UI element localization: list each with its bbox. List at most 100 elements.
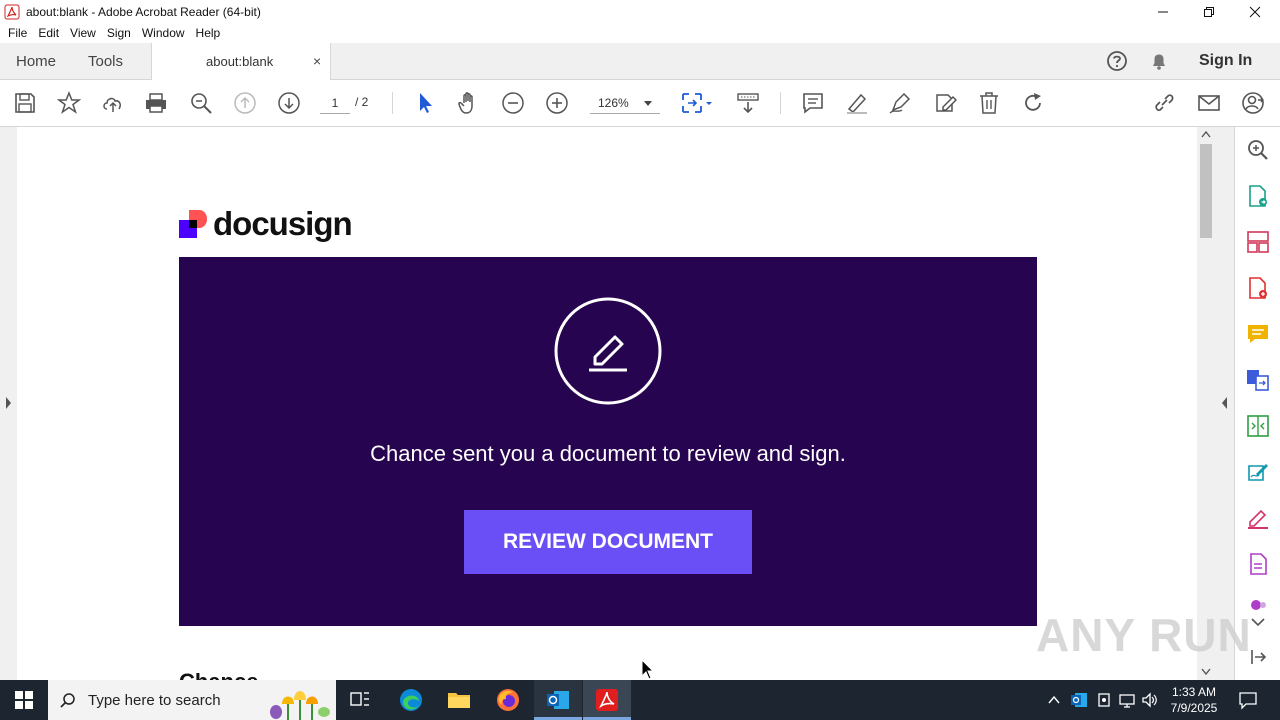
help-icon[interactable]	[1106, 50, 1128, 72]
request-message: Chance sent you a document to review and…	[370, 441, 846, 466]
email-icon[interactable]	[1197, 91, 1221, 115]
scroll-mode-icon[interactable]	[736, 91, 760, 115]
highlight-icon[interactable]	[845, 91, 869, 115]
task-view-icon[interactable]	[348, 688, 372, 712]
volume-icon[interactable]	[1141, 691, 1159, 709]
outlook-tray-icon[interactable]	[1070, 691, 1088, 709]
windows-start-icon[interactable]	[15, 691, 33, 709]
select-cursor-icon[interactable]	[413, 91, 437, 115]
create-pdf-icon[interactable]	[1246, 276, 1270, 300]
main-toolbar: 1 / 2 126%	[0, 80, 1280, 127]
show-hidden-icons-icon[interactable]	[1048, 695, 1060, 705]
page-total: / 2	[355, 95, 369, 109]
minimize-button[interactable]	[1140, 0, 1186, 23]
scroll-up-icon[interactable]	[1197, 127, 1215, 141]
firefox-icon[interactable]	[496, 688, 520, 712]
fit-page-icon[interactable]	[680, 91, 714, 115]
menu-help[interactable]: Help	[196, 26, 221, 40]
toolbar-divider	[780, 92, 781, 114]
edge-browser-icon[interactable]	[399, 688, 423, 712]
compress-icon[interactable]	[1246, 414, 1270, 438]
search-icon	[60, 693, 75, 708]
document-viewport[interactable]: docusign Chance sent you a document to r…	[0, 127, 1234, 680]
edit-icon[interactable]	[933, 91, 957, 115]
zoom-level-value: 126%	[598, 96, 629, 110]
system-clock[interactable]: 1:33 AM 7/9/2025	[1165, 684, 1223, 716]
windows-taskbar: Type here to search 1:33 AM 7/9/2025	[0, 680, 1280, 720]
docusign-logo-icon	[179, 210, 207, 238]
rotate-icon[interactable]	[1021, 91, 1045, 115]
menu-window[interactable]: Window	[142, 26, 185, 40]
document-tab-label: about:blank	[206, 54, 274, 69]
organize-icon[interactable]	[1246, 230, 1270, 254]
brand-wordmark: docusign	[213, 205, 353, 242]
file-explorer-icon[interactable]	[447, 688, 471, 712]
scrollbar-thumb[interactable]	[1200, 144, 1212, 238]
tab-home[interactable]: Home	[16, 53, 56, 70]
comment-icon[interactable]	[801, 91, 825, 115]
scroll-down-icon[interactable]	[1197, 665, 1215, 679]
left-panel-toggle[interactable]	[0, 127, 17, 680]
anyrun-watermark: ANY RUN	[1036, 609, 1252, 661]
device-tray-icon[interactable]	[1095, 691, 1113, 709]
save-icon[interactable]	[13, 91, 37, 115]
print-icon[interactable]	[144, 91, 168, 115]
protect-icon[interactable]	[1246, 552, 1270, 576]
expand-left-icon	[6, 397, 11, 409]
tab-document[interactable]: about:blank ×	[151, 43, 331, 80]
zoom-search-icon[interactable]	[189, 91, 213, 115]
tab-tools[interactable]: Tools	[88, 53, 123, 70]
close-window-button[interactable]	[1232, 0, 1278, 23]
menu-bar: File Edit View Sign Window Help	[0, 23, 1280, 43]
collapse-right-icon	[1222, 397, 1227, 409]
vertical-scrollbar[interactable]	[1197, 127, 1215, 680]
right-panel-toggle[interactable]	[1215, 127, 1234, 680]
share-user-icon[interactable]	[1241, 91, 1265, 115]
mouse-cursor-icon	[641, 659, 655, 680]
hand-icon[interactable]	[457, 91, 481, 115]
menu-sign[interactable]: Sign	[107, 26, 131, 40]
search-zoom-icon[interactable]	[1246, 138, 1270, 162]
review-document-button[interactable]: REVIEW DOCUMENT	[464, 510, 752, 574]
upload-cloud-icon[interactable]	[101, 91, 125, 115]
clock-date: 7/9/2025	[1170, 701, 1218, 715]
notification-center-icon[interactable]	[1238, 690, 1258, 710]
title-bar: about:blank - Adobe Acrobat Reader (64-b…	[0, 0, 1280, 23]
zoom-level-select[interactable]: 126%	[590, 92, 660, 114]
draw-pen-icon[interactable]	[888, 91, 912, 115]
export-pdf-icon[interactable]	[1246, 184, 1270, 208]
acrobat-reader-icon[interactable]	[595, 688, 619, 712]
page-number-input[interactable]: 1	[320, 92, 350, 114]
outlook-icon[interactable]	[546, 688, 570, 712]
right-tools-panel	[1234, 127, 1280, 680]
signature-request-banner: Chance sent you a document to review and…	[179, 257, 1037, 626]
bookmark-star-icon[interactable]	[57, 91, 81, 115]
link-icon[interactable]	[1152, 91, 1176, 115]
close-icon	[1249, 6, 1261, 17]
sign-in-button[interactable]: Sign In	[1199, 52, 1252, 70]
minimize-icon	[1158, 11, 1168, 12]
delete-icon[interactable]	[977, 91, 1001, 115]
menu-edit[interactable]: Edit	[38, 26, 59, 40]
chevron-down-icon	[644, 101, 652, 106]
sender-name-heading: Chance	[179, 669, 258, 680]
taskbar-search-box[interactable]: Type here to search	[48, 680, 336, 720]
page-down-icon[interactable]	[277, 91, 301, 115]
pdf-page: docusign Chance sent you a document to r…	[17, 127, 1197, 680]
maximize-button[interactable]	[1186, 0, 1232, 23]
redact-icon[interactable]	[1246, 506, 1270, 530]
combine-icon[interactable]	[1246, 368, 1270, 392]
zoom-in-icon[interactable]	[545, 91, 569, 115]
menu-file[interactable]: File	[8, 26, 27, 40]
fill-sign-icon[interactable]	[1246, 460, 1270, 484]
notification-bell-icon[interactable]	[1148, 50, 1170, 72]
zoom-out-icon[interactable]	[501, 91, 525, 115]
menu-view[interactable]: View	[70, 26, 96, 40]
close-tab-button[interactable]: ×	[313, 53, 321, 69]
page-up-icon[interactable]	[233, 91, 257, 115]
window-title: about:blank - Adobe Acrobat Reader (64-b…	[26, 4, 261, 19]
comment-icon[interactable]	[1246, 322, 1270, 346]
network-icon[interactable]	[1118, 691, 1136, 709]
tab-bar: Home Tools about:blank × Sign In	[0, 43, 1280, 80]
acrobat-app-icon	[4, 4, 20, 19]
